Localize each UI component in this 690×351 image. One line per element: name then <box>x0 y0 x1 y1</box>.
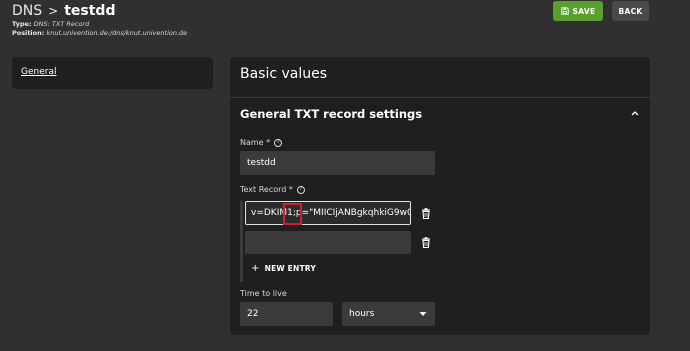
plus-icon: + <box>251 263 260 274</box>
help-circle-icon[interactable]: ? <box>296 185 305 194</box>
position-label: Position: <box>12 29 45 37</box>
new-entry-button[interactable]: + NEW ENTRY <box>251 263 316 274</box>
chevron-up-icon[interactable] <box>631 110 639 116</box>
breadcrumb-dns[interactable]: DNS <box>12 3 42 19</box>
ttl-unit-select[interactable]: hours <box>342 302 435 326</box>
text-record-input-1-value: v=DKIM1;p="MIICIjANBgkqhkiG9w0BAQ <box>251 208 410 218</box>
back-button-label: BACK <box>618 6 643 16</box>
card-divider <box>230 97 650 98</box>
name-label: Name * <box>240 138 271 147</box>
text-record-input-2[interactable] <box>245 231 411 254</box>
save-button-label: SAVE <box>572 6 596 16</box>
sidebar-item-general[interactable]: General <box>21 67 56 77</box>
save-button[interactable]: SAVE <box>553 1 603 21</box>
card-title: Basic values <box>240 66 328 82</box>
position-value: knut.univention.de:/dns/knut.univention.… <box>46 29 188 37</box>
name-label-row: Name * ? <box>240 138 283 147</box>
ttl-label-row: Time to live <box>240 289 287 298</box>
help-circle-icon[interactable]: ? <box>274 138 283 147</box>
breadcrumb-separator-icon: > <box>48 4 59 18</box>
back-button[interactable]: BACK <box>612 1 649 21</box>
text-record-label-row: Text Record * ? <box>240 185 305 194</box>
breadcrumb: DNS > testdd <box>12 2 187 20</box>
trash-icon[interactable] <box>421 208 431 219</box>
text-record-input-1[interactable]: v=DKIM1;p="MIICIjANBgkqhkiG9w0BAQ <box>245 201 411 225</box>
basic-values-card: Basic values General TXT record settings <box>230 57 650 335</box>
new-entry-label: NEW ENTRY <box>264 264 316 273</box>
position-line: Position: knut.univention.de:/dns/knut.u… <box>12 29 187 38</box>
ttl-input[interactable]: 22 <box>240 302 333 326</box>
section-title[interactable]: General TXT record settings <box>240 107 422 121</box>
ttl-unit-value: hours <box>349 309 375 319</box>
multivalue-indicator <box>240 201 243 282</box>
type-line: Type: DNS: TXT Record <box>12 20 187 29</box>
caret-down-icon <box>419 312 427 316</box>
name-input-value: testdd <box>247 158 276 168</box>
sidebar-nav: General <box>12 57 213 89</box>
ttl-label: Time to live <box>240 289 287 298</box>
name-input[interactable]: testdd <box>240 151 435 175</box>
page-header: DNS > testdd Type: DNS: TXT Record Posit… <box>12 2 187 38</box>
page-title: testdd <box>64 3 116 19</box>
floppy-disk-icon <box>560 7 569 15</box>
type-label: Type: <box>12 20 32 28</box>
text-record-label: Text Record * <box>240 185 293 194</box>
trash-icon[interactable] <box>421 237 431 248</box>
type-value: DNS: TXT Record <box>33 20 90 28</box>
ttl-input-value: 22 <box>247 309 259 319</box>
